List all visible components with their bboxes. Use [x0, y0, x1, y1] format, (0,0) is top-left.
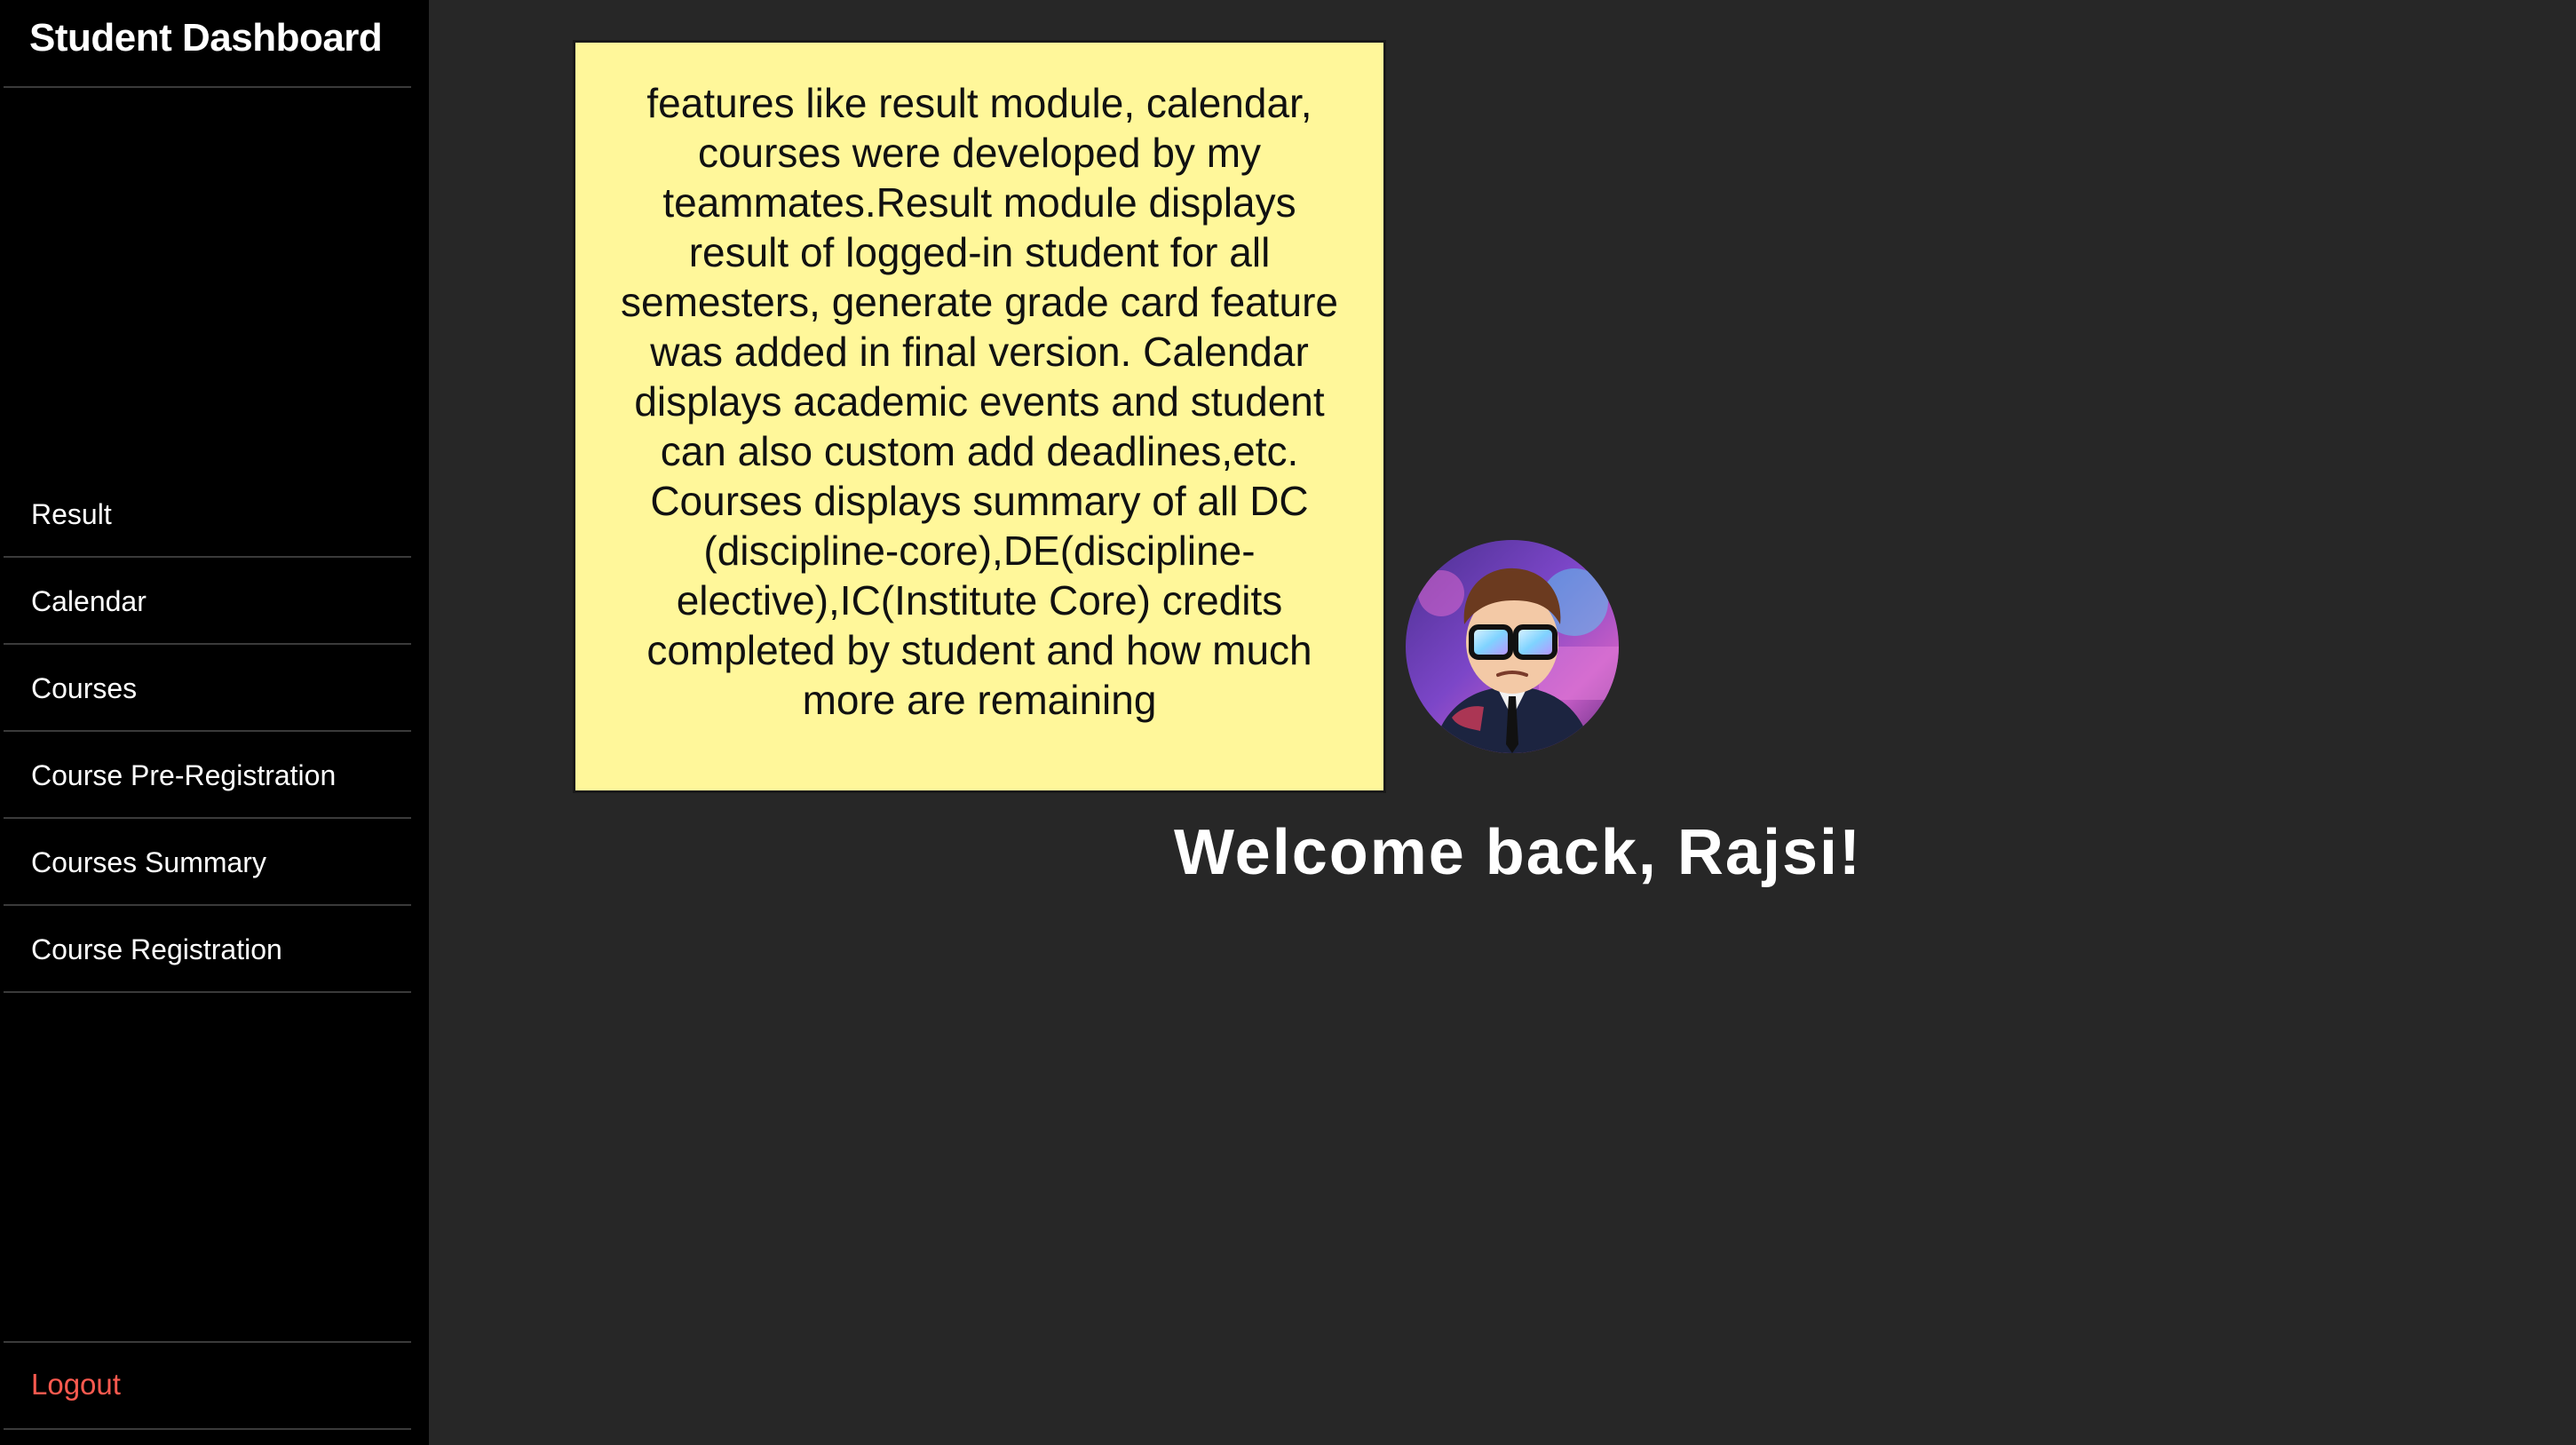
student-dashboard-page: Student Dashboard Result Calendar Course… [0, 0, 2576, 1445]
logout-button[interactable]: Logout [4, 1341, 411, 1430]
avatar [1406, 540, 1619, 753]
sidebar: Student Dashboard Result Calendar Course… [0, 0, 429, 1445]
sidebar-item-courses-summary[interactable]: Courses Summary [4, 819, 411, 906]
sidebar-item-course-registration[interactable]: Course Registration [4, 906, 411, 993]
sidebar-item-label: Course Pre-Registration [31, 759, 337, 791]
sidebar-item-course-pre-registration[interactable]: Course Pre-Registration [4, 732, 411, 819]
sticky-note-text: features like result module, calendar, c… [620, 80, 1338, 723]
sidebar-item-label: Course Registration [31, 933, 282, 965]
sidebar-title: Student Dashboard [29, 16, 383, 60]
sidebar-item-calendar[interactable]: Calendar [4, 558, 411, 645]
sidebar-item-label: Result [31, 498, 112, 530]
logout-label: Logout [31, 1368, 121, 1401]
welcome-heading: Welcome back, Rajsi! [1174, 817, 1862, 888]
sidebar-nav: Result Calendar Courses Course Pre-Regis… [4, 471, 411, 993]
sidebar-item-label: Courses Summary [31, 846, 266, 878]
sidebar-item-courses[interactable]: Courses [4, 645, 411, 732]
sticky-note: features like result module, calendar, c… [573, 40, 1386, 793]
sidebar-item-label: Calendar [31, 585, 147, 617]
sidebar-item-label: Courses [31, 672, 138, 704]
sidebar-title-divider [4, 86, 411, 88]
avatar-illustration [1406, 540, 1619, 753]
sidebar-item-result[interactable]: Result [4, 471, 411, 558]
